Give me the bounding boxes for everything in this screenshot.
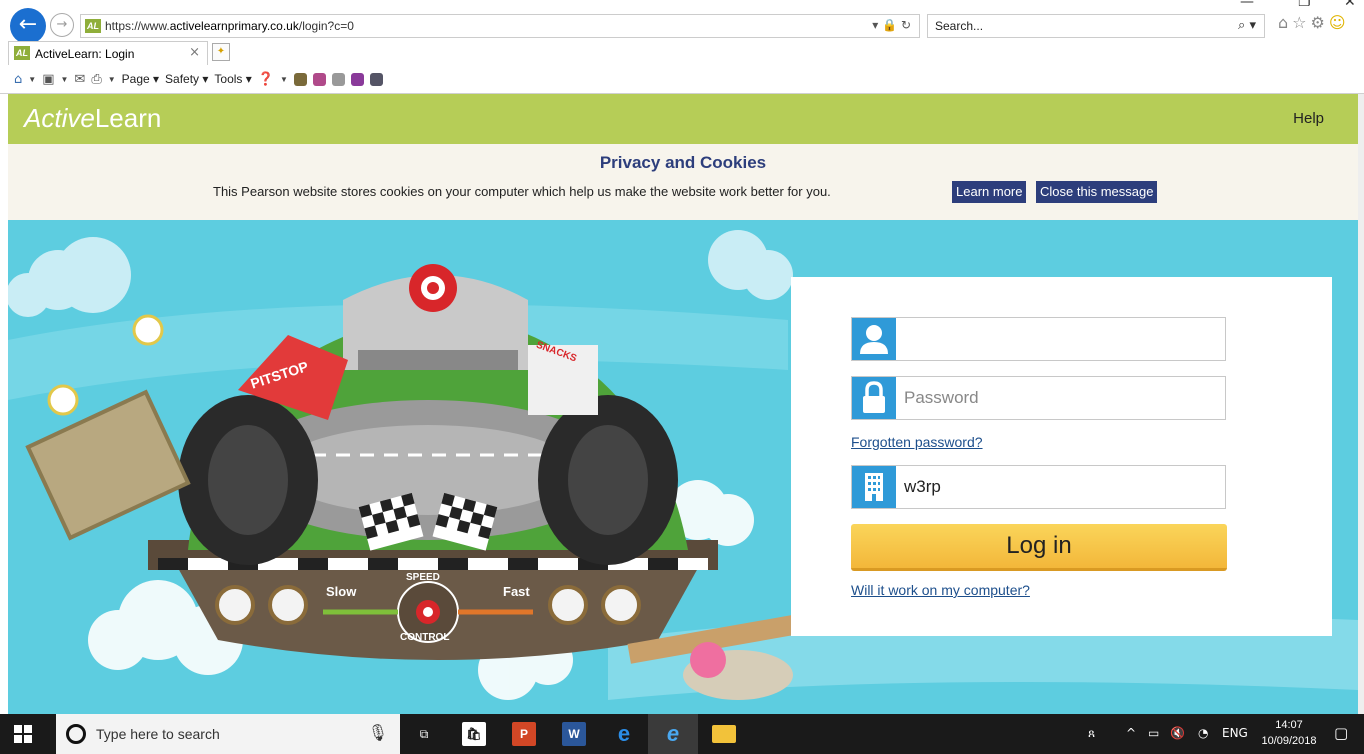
learn-more-button[interactable]: Learn more — [952, 181, 1027, 203]
forward-button[interactable]: → — [50, 13, 74, 37]
gear-icon[interactable]: ⚙ — [1311, 13, 1329, 32]
browser-tab[interactable]: AL ActiveLearn: Login × — [8, 41, 208, 65]
microphone-icon[interactable]: 🎙 — [368, 723, 388, 742]
language-indicator[interactable]: ENG — [1222, 726, 1248, 740]
login-card: Forgotten password? Log in Will it work … — [791, 277, 1332, 636]
activelearn-logo[interactable]: ActiveLearn — [24, 103, 161, 134]
smiley-icon[interactable]: ☺ — [1329, 13, 1350, 32]
address-actions[interactable]: ▾ 🔒 ↻ — [872, 18, 911, 32]
internet-explorer-icon[interactable]: e — [661, 722, 685, 746]
chevron-down-icon[interactable]: ▼ — [28, 75, 36, 84]
compatibility-link[interactable]: Will it work on my computer? — [851, 582, 1030, 598]
site-header: ActiveLearn Help — [8, 94, 1358, 144]
volume-muted-icon[interactable]: 🔇 — [1170, 726, 1185, 740]
print-icon[interactable]: ⎙ — [91, 72, 101, 87]
close-message-button[interactable]: Close this message — [1036, 181, 1158, 203]
lock-icon — [852, 377, 896, 419]
clock-date: 10/09/2018 — [1261, 735, 1317, 747]
chevron-down-icon[interactable]: ▼ — [108, 75, 116, 84]
favorites-icon[interactable]: ☆ — [1292, 13, 1310, 32]
mail-icon[interactable]: ✉ — [74, 72, 85, 87]
cookie-text: This Pearson website stores cookies on y… — [213, 184, 831, 199]
dropdown-icon[interactable]: ▾ — [872, 18, 878, 32]
cloud-right — [708, 230, 793, 300]
safety-menu[interactable]: Safety ▾ — [165, 72, 208, 86]
back-button[interactable]: ← — [10, 8, 46, 44]
minimize-icon[interactable]: — — [1240, 0, 1254, 10]
tab-favicon-icon: AL — [14, 46, 30, 60]
notifications-icon[interactable]: ▢ — [1334, 724, 1348, 742]
building-icon — [852, 466, 896, 508]
battery-icon[interactable]: ▭ — [1148, 726, 1159, 740]
browser-toolbar-icons: ⌂☆⚙☺ — [1278, 13, 1350, 32]
powerpoint-icon[interactable]: P — [512, 722, 536, 746]
control-label: CONTROL — [400, 632, 449, 643]
addon-icon[interactable] — [312, 72, 326, 86]
addon-icon[interactable] — [331, 72, 345, 86]
fast-label: Fast — [503, 584, 530, 599]
clock-time: 14:07 — [1275, 719, 1303, 731]
help-link[interactable]: Help — [1293, 110, 1324, 127]
restore-icon[interactable]: ❐ — [1298, 0, 1311, 10]
address-bar[interactable]: AL https://www.activelearnprimary.co.uk/… — [80, 14, 920, 38]
addon-icon[interactable] — [350, 72, 364, 86]
school-code-field[interactable] — [851, 465, 1226, 509]
people-icon[interactable]: ጸ — [1088, 726, 1095, 741]
taskbar-search-placeholder: Type here to search — [96, 726, 220, 742]
addon-icon[interactable] — [293, 72, 307, 86]
tab-title: ActiveLearn: Login — [35, 47, 135, 61]
password-field[interactable] — [851, 376, 1226, 420]
username-input[interactable] — [904, 318, 1219, 360]
school-code-input[interactable] — [904, 466, 1219, 508]
cloud-left — [8, 237, 131, 317]
browser-search-input[interactable]: Search... ⌕ ▾ — [927, 14, 1265, 38]
speed-label: SPEED — [406, 572, 440, 583]
taskbar-search-input[interactable]: Type here to search 🎙 — [56, 714, 400, 754]
user-icon — [852, 318, 896, 360]
page-scrollbar[interactable] — [1358, 94, 1364, 714]
word-icon[interactable]: W — [562, 722, 586, 746]
file-explorer-icon[interactable] — [712, 725, 736, 743]
close-window-icon[interactable]: ✕ — [1344, 0, 1356, 10]
home-icon[interactable]: ⌂ — [1278, 13, 1292, 32]
slow-label: Slow — [326, 584, 357, 599]
cookie-banner: Privacy and Cookies This Pearson website… — [8, 144, 1358, 220]
system-clock[interactable]: 14:07 10/09/2018 — [1258, 717, 1320, 749]
refresh-icon[interactable]: ↻ — [901, 18, 911, 32]
username-field[interactable] — [851, 317, 1226, 361]
page-menu[interactable]: Page ▾ — [122, 72, 159, 86]
edge-icon[interactable]: e — [612, 722, 636, 746]
chevron-down-icon[interactable]: ▼ — [280, 75, 288, 84]
help-icon[interactable]: ❓ — [258, 72, 274, 87]
url-text: https://www.activelearnprimary.co.uk/log… — [105, 19, 354, 33]
search-placeholder: Search... — [935, 19, 984, 33]
browser-chrome: — ❐ ✕ ← → AL https://www.activelearnprim… — [0, 0, 1364, 94]
addon-icon[interactable] — [369, 72, 383, 86]
task-view-icon[interactable]: ⧉ — [412, 722, 436, 746]
cookie-title: Privacy and Cookies — [599, 153, 767, 172]
search-icon[interactable]: ⌕ ▾ — [1238, 18, 1256, 33]
chevron-down-icon[interactable]: ▼ — [60, 75, 68, 84]
login-button[interactable]: Log in — [851, 524, 1227, 571]
close-tab-icon[interactable]: × — [189, 45, 200, 60]
cortana-icon — [66, 724, 86, 744]
home-icon[interactable]: ⌂ — [14, 72, 22, 87]
tools-menu[interactable]: Tools ▾ — [214, 72, 251, 86]
new-tab-button[interactable]: ✦ — [212, 43, 230, 61]
windows-taskbar: Type here to search 🎙 ⧉ 🛍 P W e e ጸ ^ ▭ … — [0, 714, 1364, 754]
store-icon[interactable]: 🛍 — [462, 722, 486, 746]
windows-start-icon[interactable] — [14, 725, 32, 743]
wifi-icon[interactable]: ◔ — [1198, 726, 1208, 740]
lock-icon[interactable]: 🔒 — [882, 18, 897, 32]
chevron-up-icon[interactable]: ^ — [1126, 726, 1136, 740]
password-input[interactable] — [904, 377, 1219, 419]
command-bar: ⌂ ▼ ▣ ▼ ✉ ⎙ ▼ Page ▾ Safety ▾ Tools ▾ ❓ ▼ — [14, 70, 383, 88]
forgotten-password-link[interactable]: Forgotten password? — [851, 434, 983, 450]
site-favicon-icon: AL — [85, 19, 101, 33]
feeds-icon[interactable]: ▣ — [42, 72, 54, 87]
